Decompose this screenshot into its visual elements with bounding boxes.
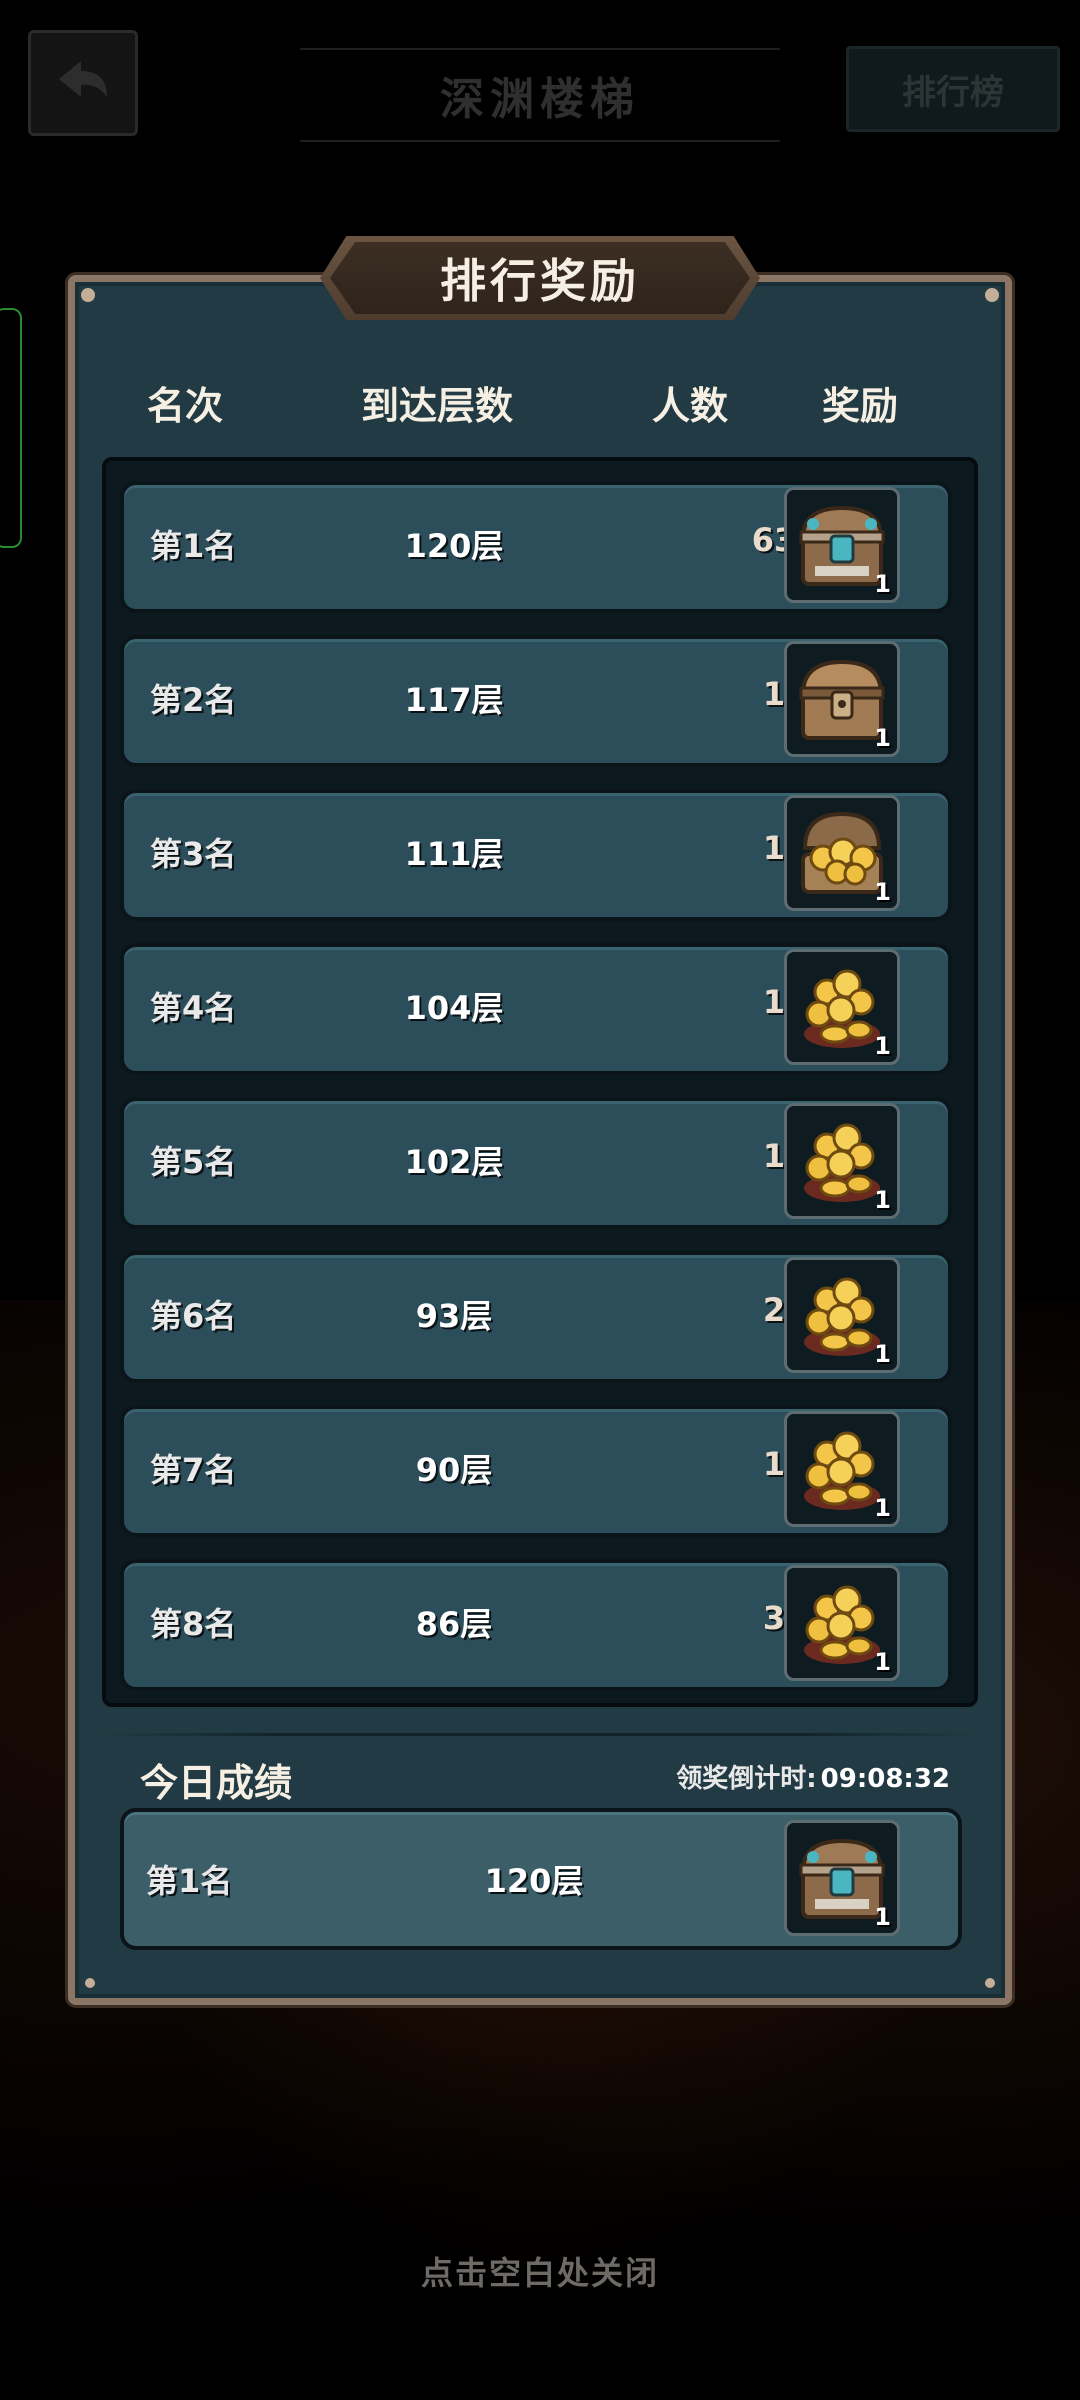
rank-label: 第4名 [150,989,237,1027]
reward-slot[interactable]: 1 [784,1257,900,1373]
floor-value: 104层 [404,989,504,1027]
floor-value: 111层 [404,835,504,873]
ranking-row: 第3名 111层 1 1 [120,789,952,921]
floor-value: 117层 [404,681,504,719]
countdown-time: 09:08:32 [820,1764,950,1794]
ranking-row: 第8名 86层 3 1 [120,1559,952,1691]
close-hint[interactable]: 点击空白处关闭 [0,2248,1080,2294]
ranking-row: 第5名 102层 1 1 [120,1097,952,1229]
reward-quantity: 1 [874,724,891,752]
header-count: 人数 [651,384,728,428]
floor-value: 90层 [415,1451,493,1489]
reward-slot[interactable]: 1 [784,795,900,911]
back-button[interactable] [28,30,138,136]
rank-label: 第7名 [150,1451,237,1489]
header-reward: 奖励 [821,384,898,428]
header-floor: 到达层数 [360,384,513,428]
reward-quantity: 1 [874,1340,891,1368]
rank-label: 第3名 [150,835,237,873]
side-tab[interactable] [0,308,22,548]
reward-quantity: 1 [874,570,891,598]
ranking-row: 第6名 93层 2 1 [120,1251,952,1383]
corner-ornament [985,288,999,302]
today-floor: 120层 [484,1862,584,1900]
reward-slot[interactable]: 1 [784,949,900,1065]
reward-slot[interactable]: 1 [784,1565,900,1681]
modal-title: 排行奖励 [330,242,750,314]
today-reward-slot[interactable]: 1 [784,1820,900,1936]
ranking-row: 第4名 104层 1 1 [120,943,952,1075]
corner-ornament [985,1978,995,1988]
reward-quantity: 1 [874,1494,891,1522]
reward-countdown: 领奖倒计时: 09:08:32 [676,1758,950,1795]
reward-quantity: 1 [874,1648,891,1676]
ranking-row: 第2名 117层 1 1 [120,635,952,767]
header-rank: 名次 [146,384,223,428]
ranking-row: 第1名 120层 63 1 [120,481,952,613]
floor-value: 86层 [415,1605,493,1643]
countdown-label: 领奖倒计时: [676,1764,817,1794]
floor-value: 93层 [415,1297,493,1335]
rank-label: 第6名 [150,1297,237,1335]
reward-quantity: 1 [874,1903,891,1931]
today-label: 今日成绩 [140,1761,293,1805]
corner-ornament [85,1978,95,1988]
ranking-row: 第7名 90层 1 1 [120,1405,952,1537]
back-arrow-icon [59,61,107,97]
reward-slot[interactable]: 1 [784,641,900,757]
leaderboard-button[interactable]: 排行榜 [846,46,1060,132]
page-title: 深渊楼梯 [300,48,780,142]
today-rank: 第1名 [146,1862,233,1900]
floor-value: 120层 [404,527,504,565]
rank-label: 第8名 [150,1605,237,1643]
reward-slot[interactable]: 1 [784,1103,900,1219]
today-result-row: 第1名 120层 1 [120,1808,962,1950]
rank-label: 第2名 [150,681,237,719]
reward-quantity: 1 [874,1032,891,1060]
floor-value: 102层 [404,1143,504,1181]
reward-slot[interactable]: 1 [784,487,900,603]
rank-label: 第5名 [150,1143,237,1181]
rank-label: 第1名 [150,527,237,565]
reward-slot[interactable]: 1 [784,1411,900,1527]
reward-quantity: 1 [874,878,891,906]
reward-quantity: 1 [874,1186,891,1214]
divider [102,1733,978,1736]
corner-ornament [81,288,95,302]
